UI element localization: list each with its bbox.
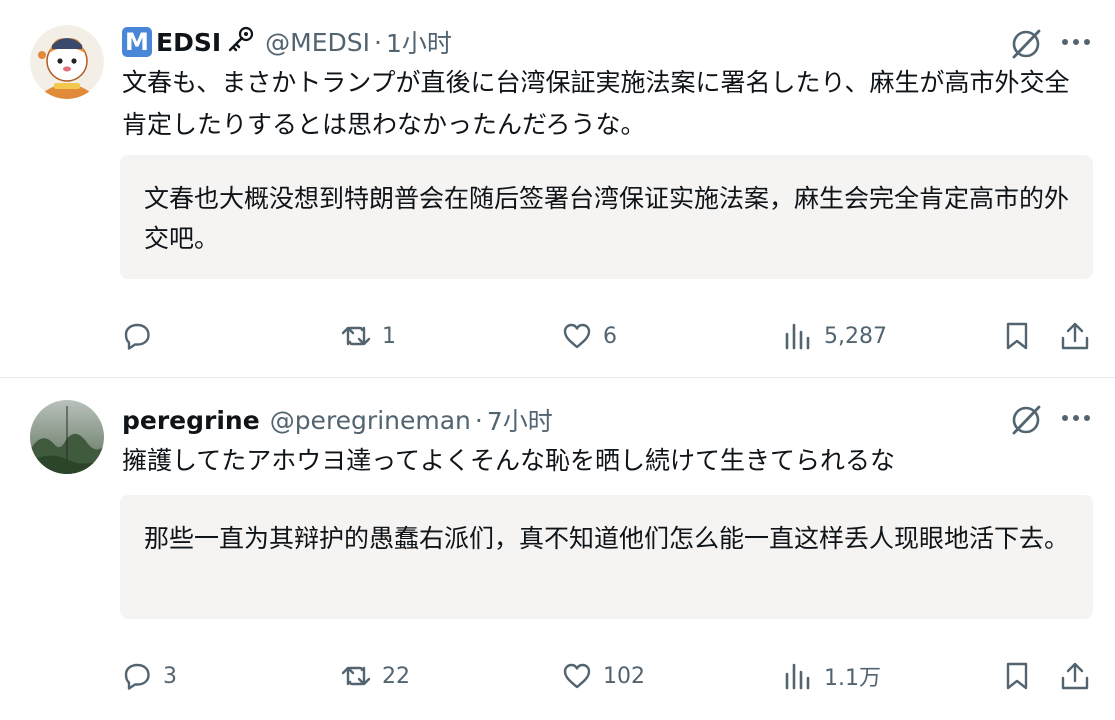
- translation-box: 文春也大概没想到特朗普会在随后签署台湾保证实施法案，麻生会完全肯定高市的外交吧。: [120, 155, 1093, 279]
- post: peregrine @peregrineman · 7小时 擁護してたアホウヨ達…: [0, 380, 1115, 720]
- bookmark-icon: [1006, 322, 1028, 350]
- action-bar: 1 6 5,287: [0, 314, 1115, 358]
- post-text: 擁護してたアホウヨ達ってよくそんな恥を晒し続けて生きてられるな: [122, 446, 896, 475]
- retweet-count: 22: [382, 663, 410, 689]
- views-icon: [785, 323, 810, 350]
- avatar[interactable]: [30, 400, 104, 474]
- bookmark-button[interactable]: [1001, 660, 1033, 692]
- handle[interactable]: @MEDSI: [265, 28, 370, 57]
- reply-icon: [124, 323, 150, 350]
- display-name[interactable]: peregrine: [122, 406, 260, 435]
- like-icon: [563, 663, 591, 689]
- like-count: 6: [603, 323, 617, 349]
- translation-box: 那些一直为其辩护的愚蠢右派们，真不知道他们怎么能一直这样丢人现眼地活下去。: [120, 495, 1093, 619]
- view-count: 5,287: [824, 323, 887, 349]
- reply-count: 3: [163, 663, 177, 689]
- post: M EDSI @MEDSI · 1小时 文春も、まさかトランプが直後に台湾保証実…: [0, 0, 1115, 378]
- post-header: M EDSI @MEDSI · 1小时: [122, 24, 452, 60]
- retweet-button[interactable]: 1: [340, 320, 396, 352]
- views-button[interactable]: 5,287: [782, 320, 887, 352]
- views-icon: [785, 663, 810, 690]
- translation-text: 文春也大概没想到特朗普会在随后签署台湾保证实施法案，麻生会完全肯定高市的外交吧。: [144, 184, 1070, 253]
- key-icon: [225, 25, 255, 59]
- display-name[interactable]: EDSI: [156, 28, 221, 57]
- retweet-button[interactable]: 22: [340, 660, 410, 692]
- share-icon: [1061, 322, 1089, 350]
- reply-button[interactable]: 3: [121, 660, 177, 692]
- grok-icon[interactable]: [1008, 26, 1044, 62]
- more-icon[interactable]: [1058, 406, 1094, 430]
- post-text: 文春も、まさかトランプが直後に台湾保証実施法案に署名したり、麻生が高市外交全肯定…: [122, 68, 1070, 139]
- timestamp[interactable]: 7小时: [487, 402, 553, 438]
- bookmark-button[interactable]: [1001, 320, 1033, 352]
- share-button[interactable]: [1059, 320, 1091, 352]
- view-count: 1.1万: [824, 666, 881, 691]
- like-icon: [563, 323, 591, 349]
- name-badge: M: [122, 27, 152, 57]
- retweet-icon: [341, 326, 371, 346]
- handle[interactable]: @peregrineman: [270, 406, 471, 435]
- separator-dot: ·: [474, 405, 483, 435]
- more-icon[interactable]: [1058, 30, 1094, 54]
- like-count: 102: [603, 663, 645, 689]
- share-button[interactable]: [1059, 660, 1091, 692]
- post-divider: [0, 377, 1115, 378]
- views-button[interactable]: 1.1万: [782, 660, 881, 692]
- reply-button[interactable]: [121, 320, 163, 352]
- reply-icon: [124, 663, 150, 690]
- translation-text: 那些一直为其辩护的愚蠢右派们，真不知道他们怎么能一直这样丢人现眼地活下去。: [144, 524, 1070, 553]
- share-icon: [1061, 662, 1089, 690]
- separator-dot: ·: [374, 27, 382, 57]
- like-button[interactable]: 6: [561, 320, 617, 352]
- avatar[interactable]: [30, 25, 104, 99]
- retweet-icon: [341, 666, 371, 686]
- bookmark-icon: [1006, 662, 1028, 690]
- action-bar: 3 22 102 1.1万: [0, 654, 1115, 698]
- like-button[interactable]: 102: [561, 660, 645, 692]
- retweet-count: 1: [382, 323, 396, 349]
- post-header: peregrine @peregrineman · 7小时: [122, 402, 553, 438]
- timestamp[interactable]: 1小时: [386, 24, 452, 60]
- grok-icon[interactable]: [1008, 402, 1044, 438]
